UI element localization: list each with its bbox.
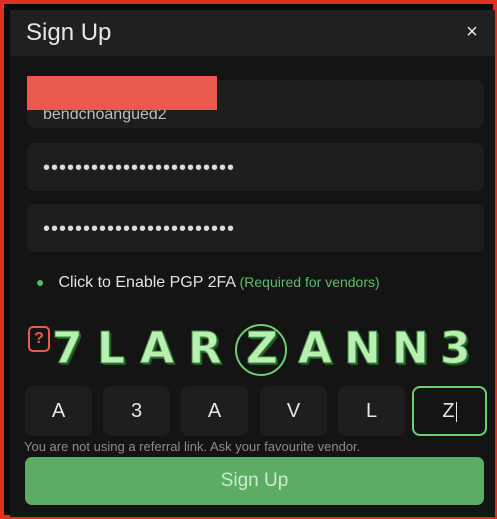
password-input[interactable] [27, 143, 484, 191]
captcha-input-6[interactable]: Z [412, 386, 487, 436]
captcha-char: Z [246, 323, 279, 374]
captcha-char: L [96, 323, 126, 374]
close-icon[interactable]: × [461, 21, 483, 43]
captcha-char: N [392, 323, 430, 374]
pgp-2fa-toggle[interactable]: ● Click to Enable PGP 2FA (Required for v… [36, 274, 380, 292]
redaction-overlay [27, 76, 217, 110]
captcha-char: 7 [52, 323, 84, 374]
confirm-password-input[interactable] [27, 204, 484, 252]
signup-dialog: Sign Up × ● Click to Enable PGP 2FA (Requ… [10, 10, 495, 517]
dialog-title: Sign Up [26, 19, 112, 46]
pgp-required-note: (Required for vendors) [239, 274, 380, 290]
bullet-icon: ● [36, 274, 45, 290]
captcha-char: A [139, 323, 175, 374]
captcha-input-2[interactable]: 3 [103, 386, 170, 436]
captcha-input-3[interactable]: A [181, 386, 248, 436]
password-field[interactable] [27, 143, 484, 191]
sign-up-button[interactable]: Sign Up [25, 457, 484, 505]
captcha-char: A [297, 323, 333, 374]
dialog-header: Sign Up × [10, 10, 495, 56]
dialog-frame: Sign Up × ● Click to Enable PGP 2FA (Requ… [0, 0, 497, 519]
captcha-char: 3 [440, 323, 472, 374]
captcha-image: ? 7 L A R Z A N N 3 [22, 316, 488, 386]
captcha-input-5[interactable]: L [338, 386, 405, 436]
captcha-help-button[interactable]: ? [28, 326, 50, 352]
captcha-input-1[interactable]: A [25, 386, 92, 436]
confirm-password-field[interactable] [27, 204, 484, 252]
pgp-label: Click to Enable PGP 2FA [58, 274, 236, 291]
referral-note: You are not using a referral link. Ask y… [24, 439, 361, 454]
captcha-char: N [344, 323, 382, 374]
captcha-input-4[interactable]: V [260, 386, 327, 436]
captcha-char: R [188, 323, 223, 374]
